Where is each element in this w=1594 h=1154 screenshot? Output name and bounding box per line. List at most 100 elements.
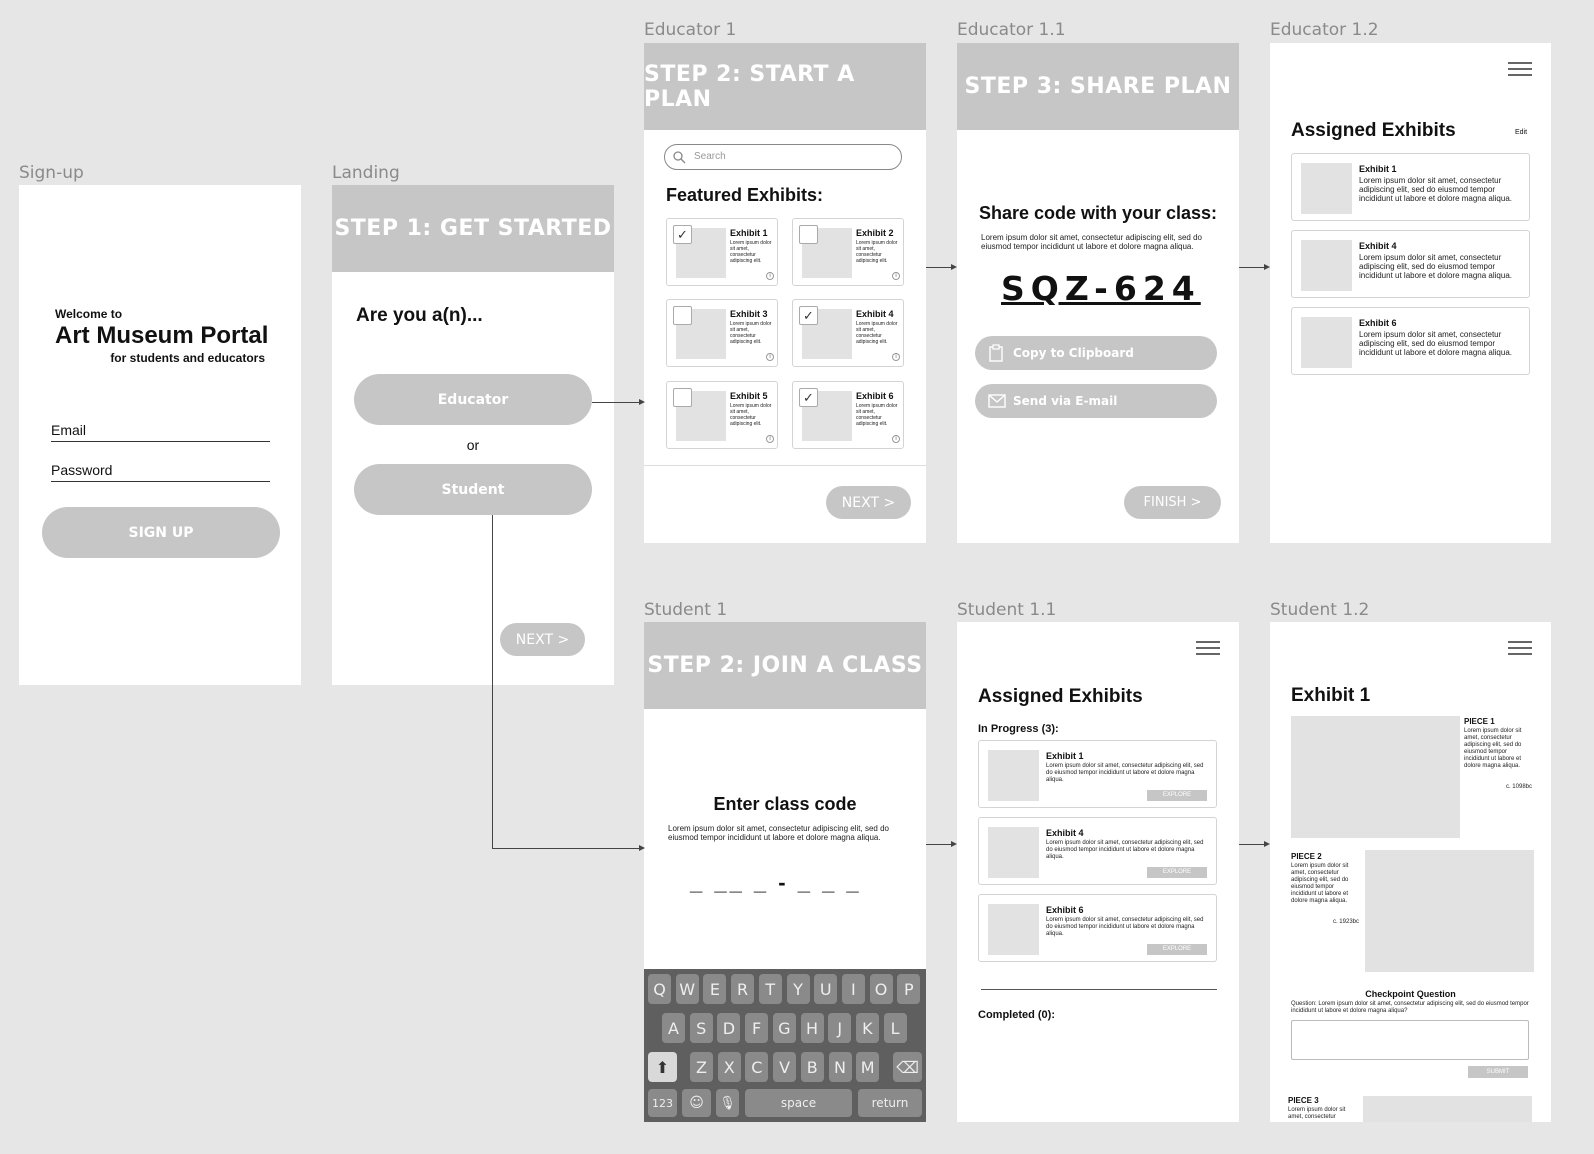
finish-button[interactable]: FINISH > xyxy=(1124,486,1221,519)
student-button[interactable]: Student xyxy=(354,464,592,515)
space-key[interactable]: space xyxy=(745,1089,852,1117)
keyboard-key[interactable]: O xyxy=(869,974,893,1004)
keyboard-key[interactable]: E xyxy=(703,974,727,1004)
send-email-button[interactable]: Send via E-mail xyxy=(975,384,1217,418)
exhibit-description: Lorem ipsum dolor sit amet, consectetur … xyxy=(1359,176,1512,203)
piece-3-text: Lorem ipsum dolor sit amet, consectetur xyxy=(1288,1107,1346,1120)
exhibit-checkbox[interactable]: ✓ xyxy=(673,225,692,244)
exhibit-title: Exhibit 2 xyxy=(856,228,894,238)
flow-arrow-line xyxy=(926,844,951,845)
keyboard-key[interactable]: H xyxy=(800,1013,824,1043)
keyboard-key[interactable]: M xyxy=(856,1052,880,1082)
menu-icon[interactable] xyxy=(1196,641,1220,657)
assigned-exhibit-card[interactable]: Exhibit 6 Lorem ipsum dolor sit amet, con… xyxy=(1291,307,1530,375)
class-code-input[interactable]: _ __ _ - _ _ _ xyxy=(690,870,862,896)
exhibit-description: Lorem ipsum dolor sit amet, consectetur … xyxy=(730,403,772,427)
menu-icon[interactable] xyxy=(1508,641,1532,657)
exhibit-checkbox[interactable]: ✓ xyxy=(799,388,818,407)
flow-arrow-line xyxy=(492,848,639,849)
exhibit-checkbox[interactable]: ✓ xyxy=(799,306,818,325)
copy-clipboard-button[interactable]: Copy to Clipboard xyxy=(975,336,1217,370)
info-icon[interactable]: i xyxy=(766,353,774,361)
in-progress-exhibit-card[interactable]: Exhibit 6 Lorem ipsum dolor sit amet, con… xyxy=(978,894,1217,962)
search-icon xyxy=(673,151,686,164)
keyboard-key[interactable]: F xyxy=(745,1013,769,1043)
numbers-key[interactable]: 123 xyxy=(648,1089,677,1117)
keyboard-key[interactable]: Z xyxy=(690,1052,713,1082)
keyboard-key[interactable]: L xyxy=(883,1013,907,1043)
piece-3-image xyxy=(1363,1096,1532,1122)
info-icon[interactable]: i xyxy=(766,435,774,443)
exhibit-title: Exhibit 6 xyxy=(1359,318,1397,328)
frame-label-student-1-1: Student 1.1 xyxy=(957,600,1057,620)
keyboard-key[interactable]: K xyxy=(855,1013,879,1043)
exhibit-checkbox[interactable] xyxy=(673,306,692,325)
exhibit-title: Exhibit 4 xyxy=(856,309,894,319)
keyboard-key[interactable]: Y xyxy=(786,974,810,1004)
exhibit-thumbnail xyxy=(1301,163,1352,214)
keyboard-key[interactable]: W xyxy=(675,974,699,1004)
educator-1-next-button[interactable]: NEXT > xyxy=(826,486,911,519)
assigned-exhibit-card[interactable]: Exhibit 4 Lorem ipsum dolor sit amet, con… xyxy=(1291,230,1530,298)
search-input[interactable]: Search xyxy=(664,144,902,170)
exhibit-checkbox[interactable] xyxy=(799,225,818,244)
educator-button[interactable]: Educator xyxy=(354,374,592,425)
landing-next-button[interactable]: NEXT > xyxy=(500,623,585,656)
keyboard-key[interactable]: C xyxy=(745,1052,769,1082)
microphone-key[interactable]: 🎙 xyxy=(716,1089,739,1117)
keyboard-key[interactable]: P xyxy=(897,974,921,1004)
in-progress-exhibit-card[interactable]: Exhibit 4 Lorem ipsum dolor sit amet, con… xyxy=(978,817,1217,885)
divider xyxy=(981,989,1217,990)
frame-label-landing: Landing xyxy=(332,163,400,183)
backspace-key[interactable]: ⌫ xyxy=(893,1052,922,1082)
educator-1-2-frame: Assigned Exhibits Edit Exhibit 1 Lorem ip… xyxy=(1270,43,1551,543)
keyboard-key[interactable]: G xyxy=(772,1013,796,1043)
info-icon[interactable]: i xyxy=(892,272,900,280)
keyboard-key[interactable]: V xyxy=(773,1052,797,1082)
info-icon[interactable]: i xyxy=(766,272,774,280)
return-key[interactable]: return xyxy=(858,1089,922,1117)
exhibit-card[interactable]: ✓ Exhibit 6 Lorem ipsum dolor sit amet, co… xyxy=(792,381,904,449)
submit-button[interactable]: SUBMIT xyxy=(1468,1066,1528,1078)
menu-icon[interactable] xyxy=(1508,62,1532,78)
keyboard-key[interactable]: S xyxy=(689,1013,713,1043)
exhibit-card[interactable]: Exhibit 3 Lorem ipsum dolor sit amet, con… xyxy=(666,299,778,367)
password-field[interactable]: Password xyxy=(51,462,270,482)
keyboard-key[interactable]: B xyxy=(800,1052,824,1082)
signup-button[interactable]: SIGN UP xyxy=(42,507,280,558)
exhibit-checkbox[interactable] xyxy=(673,388,692,407)
student-1-frame: STEP 2: JOIN A CLASS Enter class code Lo… xyxy=(644,622,926,1122)
in-progress-exhibit-card[interactable]: Exhibit 1 Lorem ipsum dolor sit amet, con… xyxy=(978,740,1217,808)
keyboard-key[interactable]: U xyxy=(814,974,838,1004)
email-field[interactable]: Email xyxy=(51,422,270,442)
exhibit-card[interactable]: Exhibit 5 Lorem ipsum dolor sit amet, con… xyxy=(666,381,778,449)
flow-arrow-head xyxy=(1264,264,1270,270)
keyboard-key[interactable]: N xyxy=(828,1052,852,1082)
edit-link[interactable]: Edit xyxy=(1515,129,1527,136)
exhibit-card[interactable]: ✓ Exhibit 4 Lorem ipsum dolor sit amet, co… xyxy=(792,299,904,367)
info-icon[interactable]: i xyxy=(892,435,900,443)
explore-button[interactable]: EXPLORE xyxy=(1147,867,1207,878)
keyboard-key[interactable]: Q xyxy=(648,974,671,1004)
keyboard-key[interactable]: I xyxy=(841,974,865,1004)
shift-key[interactable]: ⬆ xyxy=(648,1052,677,1082)
keyboard: Q W E R T Y U I O P A S D F G H J K L ⬆ Z X C V B N M ⌫ 123 ☺ 🎙 space re… xyxy=(644,969,926,1122)
app-title: Art Museum Portal xyxy=(55,322,269,349)
info-icon[interactable]: i xyxy=(892,353,900,361)
frame-label-student-1-2: Student 1.2 xyxy=(1270,600,1370,620)
keyboard-key[interactable]: X xyxy=(717,1052,741,1082)
emoji-key[interactable]: ☺ xyxy=(682,1089,711,1117)
keyboard-key[interactable]: R xyxy=(731,974,755,1004)
exhibit-description: Lorem ipsum dolor sit amet, consectetur … xyxy=(730,321,772,345)
keyboard-key[interactable]: D xyxy=(717,1013,741,1043)
exhibit-card[interactable]: Exhibit 2 Lorem ipsum dolor sit amet, con… xyxy=(792,218,904,286)
exhibit-card[interactable]: ✓ Exhibit 1 Lorem ipsum dolor sit amet, co… xyxy=(666,218,778,286)
answer-textarea[interactable] xyxy=(1291,1020,1529,1060)
assigned-exhibit-card[interactable]: Exhibit 1 Lorem ipsum dolor sit amet, con… xyxy=(1291,153,1530,221)
explore-button[interactable]: EXPLORE xyxy=(1147,944,1207,955)
keyboard-key[interactable]: A xyxy=(662,1013,685,1043)
keyboard-key[interactable]: J xyxy=(828,1013,852,1043)
piece-1-image xyxy=(1291,716,1460,838)
keyboard-key[interactable]: T xyxy=(758,974,782,1004)
explore-button[interactable]: EXPLORE xyxy=(1147,790,1207,801)
